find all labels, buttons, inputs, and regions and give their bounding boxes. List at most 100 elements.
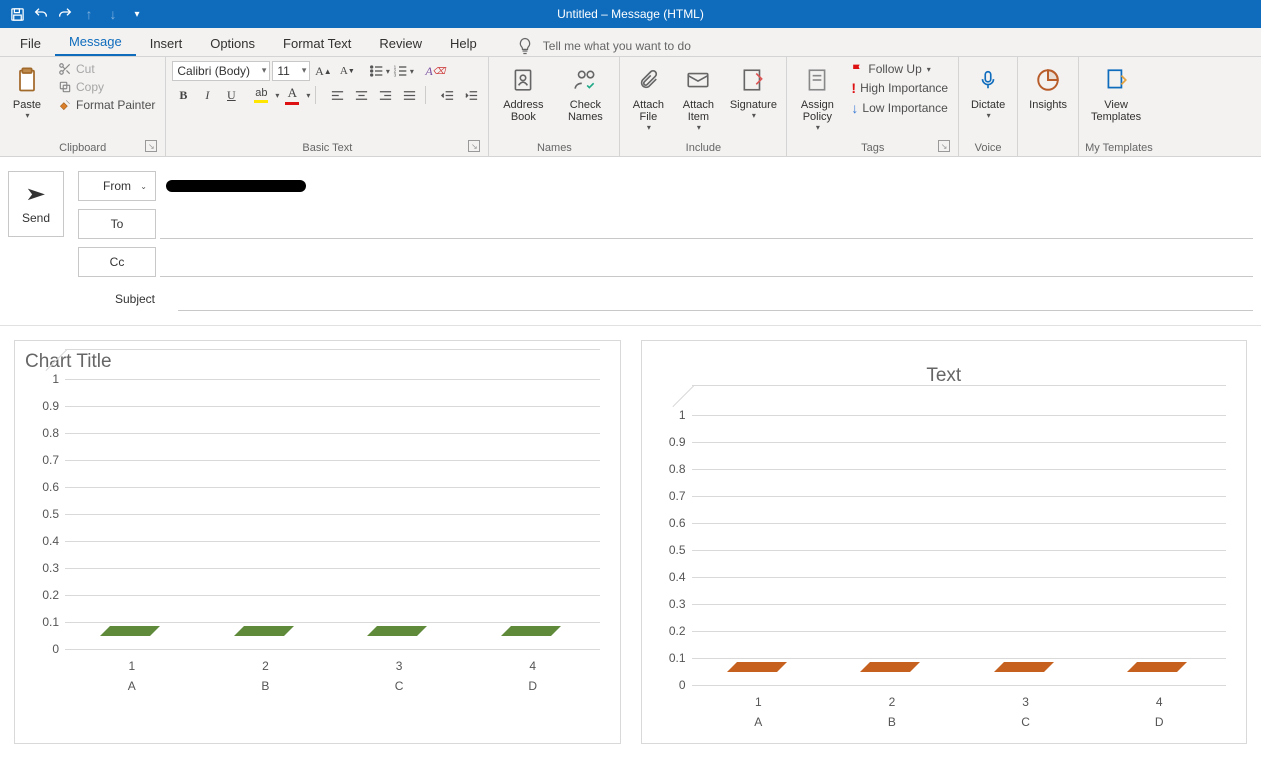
follow-up-button[interactable]: Follow Up▾ [847,61,952,77]
from-button[interactable]: From ⌄ [78,171,156,201]
clipboard-dialog-launcher[interactable]: ↘ [145,140,157,152]
send-button[interactable]: ➤ Send [8,171,64,237]
chart-right-x-num: 1234 [692,695,1227,709]
title-bar: ↑ ↓ ▾ Untitled – Message (HTML) [0,0,1261,28]
numbering-button[interactable]: 123▾ [392,61,414,81]
bullets-button[interactable]: ▾ [368,61,390,81]
italic-button[interactable]: I [196,85,218,105]
from-address-redacted [166,180,306,192]
microphone-icon [977,67,999,93]
cc-button[interactable]: Cc [78,247,156,277]
bold-button[interactable]: B [172,85,194,105]
decrease-indent-button[interactable] [436,85,458,105]
dictate-button[interactable]: Dictate▾ [965,61,1011,122]
attach-item-button[interactable]: Attach Item▾ [676,61,720,134]
chart-left-x-num: 1234 [65,659,600,673]
basic-text-dialog-launcher[interactable]: ↘ [468,140,480,152]
tags-dialog-launcher[interactable]: ↘ [938,140,950,152]
scissors-icon [58,62,72,76]
ribbon: Paste ▾ Cut Copy Format Painter Clipboar… [0,57,1261,157]
to-field[interactable] [160,209,1253,239]
font-color-button[interactable]: A [281,85,303,105]
grow-font-button[interactable]: A▲ [312,61,334,81]
highlight-button[interactable]: ab [250,85,272,105]
group-tags: Assign Policy▾ Follow Up▾ ! High Importa… [787,57,959,156]
address-book-button[interactable]: Address Book [495,61,551,125]
flag-icon [851,63,864,76]
tab-review[interactable]: Review [365,30,436,56]
undo-icon[interactable] [30,3,52,25]
align-center-button[interactable] [350,85,372,105]
copy-button[interactable]: Copy [54,79,159,95]
group-clipboard: Paste ▾ Cut Copy Format Painter Clipboar… [0,57,166,156]
increase-indent-button[interactable] [460,85,482,105]
assign-policy-button[interactable]: Assign Policy▾ [793,61,841,134]
group-names: Address Book Check Names Names [489,57,620,156]
down-arrow-icon: ↓ [851,100,858,116]
attach-file-button[interactable]: Attach File▾ [626,61,670,134]
copy-icon [58,80,72,94]
check-names-icon [572,67,598,93]
chevron-down-icon: ▾ [25,111,29,120]
address-book-icon [510,67,536,93]
cc-field[interactable] [160,247,1253,277]
low-importance-button[interactable]: ↓ Low Importance [847,99,952,117]
chart-right-title: Text [652,365,1237,387]
tab-insert[interactable]: Insert [136,30,197,56]
paperclip-icon [637,67,659,93]
lightbulb-icon [515,36,535,56]
compose-header: ➤ Send From ⌄ To Cc Subject [0,157,1261,326]
paintbrush-icon [58,98,72,112]
high-importance-button[interactable]: ! High Importance [847,79,952,97]
chart-left-plot: 10.90.80.70.60.50.40.30.20.10 [65,379,600,649]
chart-right-x-alpha: ABCD [692,715,1227,729]
redo-icon[interactable] [54,3,76,25]
group-basic-text: Calibri (Body)▾ 11▾ A▲ A▼ ▾ 123▾ A⌫ B [166,57,489,156]
check-names-button[interactable]: Check Names [557,61,613,125]
group-insights: Insights [1018,57,1079,156]
customize-qat-icon[interactable]: ▾ [126,3,148,25]
policy-icon [804,67,830,93]
attach-item-icon [685,67,711,93]
chart-left-x-alpha: ABCD [65,679,600,693]
save-icon[interactable] [6,3,28,25]
tab-options[interactable]: Options [196,30,269,56]
window-title: Untitled – Message (HTML) [557,7,704,21]
paste-label: Paste [13,99,41,111]
templates-icon [1103,67,1129,93]
subject-label: Subject [96,292,174,306]
up-arrow-icon: ↑ [78,3,100,25]
tab-file[interactable]: File [6,30,55,56]
to-button[interactable]: To [78,209,156,239]
justify-button[interactable] [398,85,420,105]
tab-format-text[interactable]: Format Text [269,30,365,56]
send-icon: ➤ [25,184,46,205]
signature-button[interactable]: Signature▾ [726,61,780,122]
font-size-select[interactable]: 11▾ [272,61,310,81]
view-templates-button[interactable]: View Templates [1085,61,1147,125]
align-left-button[interactable] [326,85,348,105]
shrink-font-button[interactable]: A▼ [336,61,358,81]
subject-field[interactable] [178,287,1253,311]
paste-button[interactable]: Paste ▾ [6,61,48,122]
align-right-button[interactable] [374,85,396,105]
message-body[interactable]: Chart Title 10.90.80.70.60.50.40.30.20.1… [0,326,1261,758]
font-name-select[interactable]: Calibri (Body)▾ [172,61,270,81]
insights-icon [1035,67,1061,93]
down-arrow-icon: ↓ [102,3,124,25]
cut-button[interactable]: Cut [54,61,159,77]
tab-help[interactable]: Help [436,30,491,56]
exclamation-icon: ! [851,80,856,96]
tab-message[interactable]: Message [55,28,136,56]
group-include: Attach File▾ Attach Item▾ Signature▾ Inc… [620,57,787,156]
chart-right[interactable]: Text 10.90.80.70.60.50.40.30.20.10 1234 … [641,340,1248,744]
svg-text:3: 3 [394,72,397,77]
underline-button[interactable]: U [220,85,242,105]
tell-me-placeholder: Tell me what you want to do [543,39,691,53]
format-painter-button[interactable]: Format Painter [54,97,159,113]
insights-button[interactable]: Insights [1024,61,1072,113]
tell-me-search[interactable]: Tell me what you want to do [515,36,691,56]
group-voice: Dictate▾ Voice [959,57,1018,156]
clear-formatting-button[interactable]: A⌫ [424,61,446,81]
chart-left[interactable]: Chart Title 10.90.80.70.60.50.40.30.20.1… [14,340,621,744]
